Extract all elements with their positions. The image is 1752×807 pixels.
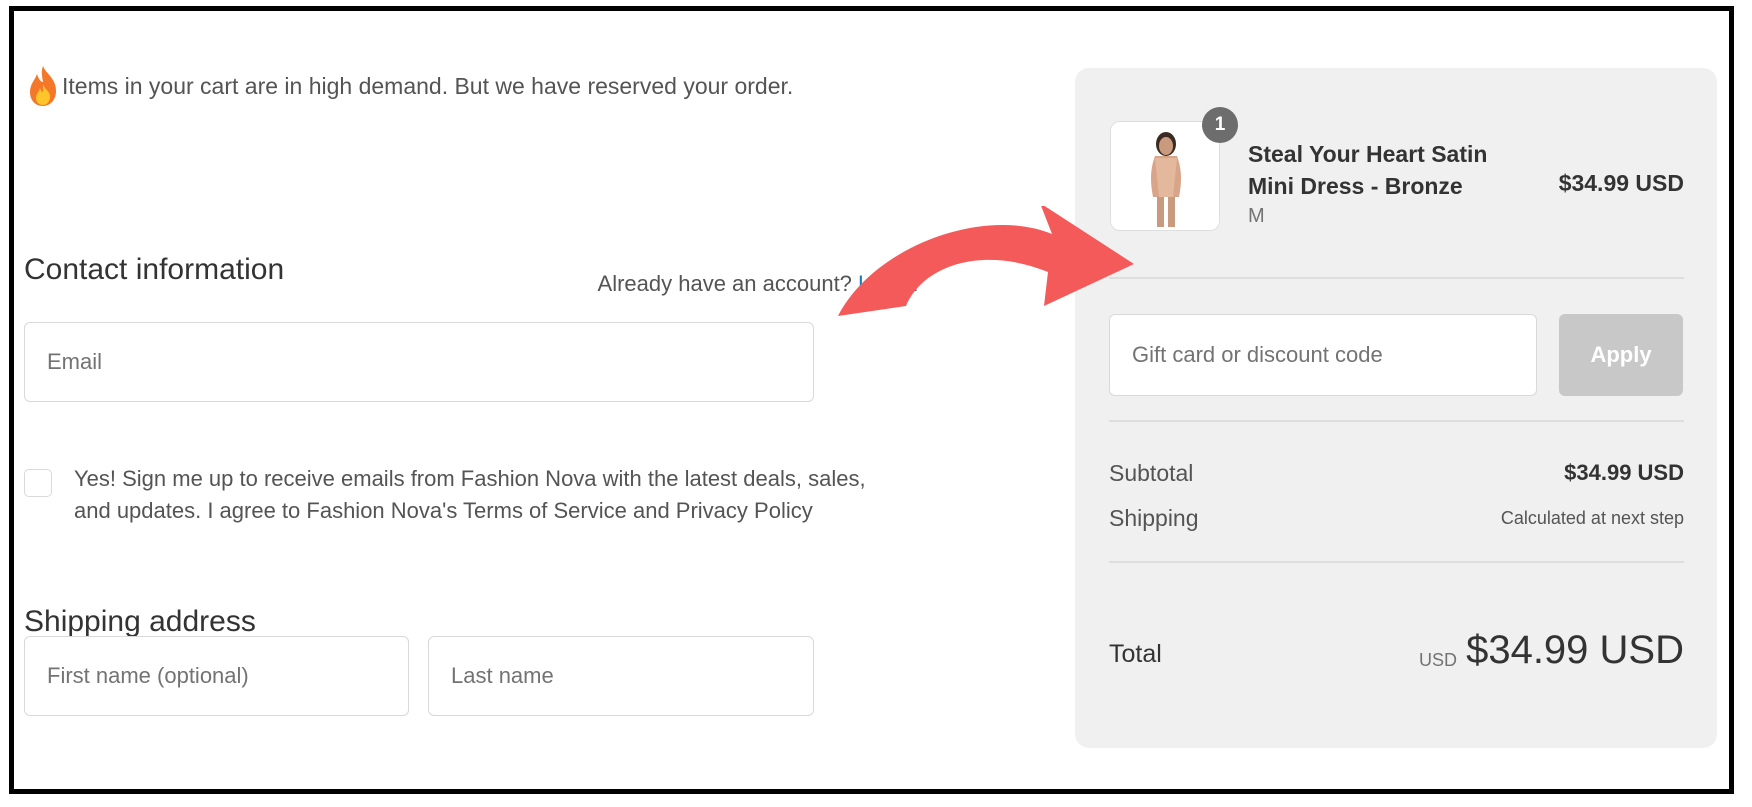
divider [1109,277,1684,279]
total-value: $34.99 USD [1466,628,1684,672]
discount-code-wrapper [1109,314,1537,396]
marketing-consent-label: Yes! Sign me up to receive emails from F… [74,466,866,523]
last-name-field[interactable] [449,636,813,716]
subtotal-label: Subtotal [1109,460,1194,486]
product-name: Steal Your Heart Satin Mini Dress - Bron… [1248,141,1488,199]
shipping-address-heading: Shipping address [24,605,256,638]
subtotal-value: $34.99 USD [1564,460,1684,485]
shipping-value: Calculated at next step [1500,508,1684,528]
account-prompt-text: Already have an account? [597,271,852,296]
demand-banner: Items in your cart are in high demand. B… [26,61,826,111]
quantity-badge: 1 [1202,107,1238,143]
discount-code-input[interactable] [1130,341,1536,369]
divider [1109,420,1684,422]
login-link[interactable]: Log in [858,271,918,296]
total-label: Total [1109,640,1162,668]
product-image-icon [1111,122,1219,230]
apply-discount-button[interactable]: Apply [1559,314,1683,396]
banner-text: Items in your cart are in high demand. B… [62,72,794,99]
login-prompt: Already have an account? Log in [494,271,918,297]
screenshot-frame: Items in your cart are in high demand. B… [9,6,1734,794]
order-summary-panel: 1 Steal Your Heart Satin Mini Dress - Br… [1075,68,1717,748]
first-name-field-wrapper [24,636,409,716]
email-field-wrapper [24,322,814,402]
first-name-field[interactable] [45,636,408,716]
shipping-label: Shipping [1109,505,1199,531]
last-name-field-wrapper [428,636,814,716]
product-thumbnail [1110,121,1220,231]
total-currency: USD [1418,650,1457,670]
contact-information-heading: Contact information [24,253,285,286]
product-price: $34.99 USD [1558,170,1684,196]
marketing-consent-checkbox[interactable] [24,469,52,497]
email-field[interactable] [45,322,813,402]
fire-icon [30,66,56,106]
product-variant: M [1248,205,1265,227]
divider [1109,561,1684,563]
